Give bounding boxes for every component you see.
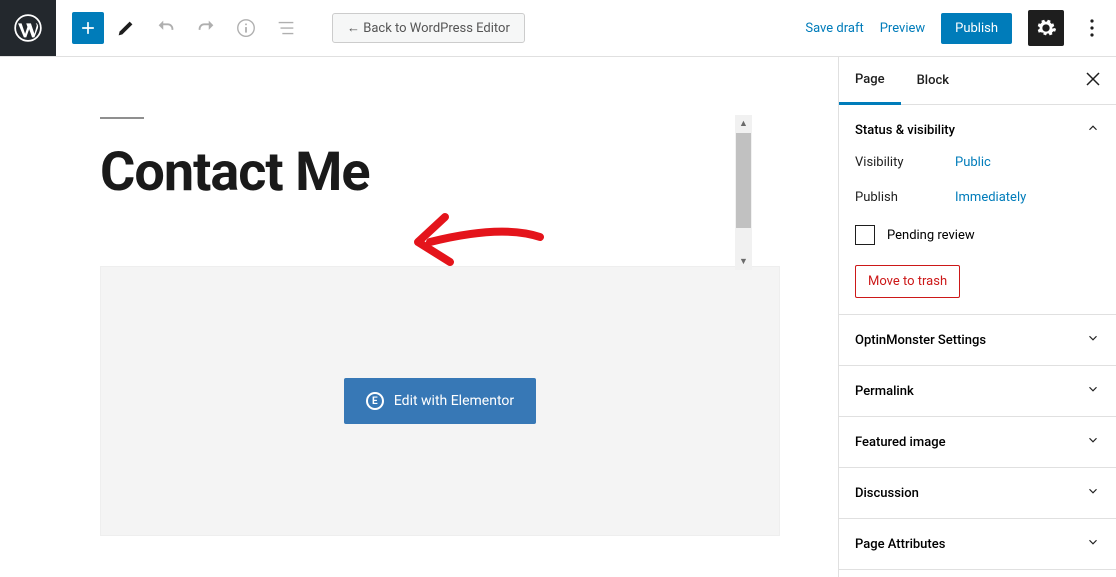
more-options-button[interactable] (1080, 10, 1104, 46)
chevron-up-icon (1086, 121, 1100, 139)
wordpress-logo[interactable] (0, 0, 56, 56)
redo-button[interactable] (188, 10, 224, 46)
editor-canvas: Contact Me E Edit with Elementor ▲ ▼ (0, 57, 838, 577)
add-block-button[interactable] (72, 12, 104, 44)
publish-value[interactable]: Immediately (955, 190, 1026, 205)
scrollbar[interactable]: ▲ ▼ (735, 115, 752, 270)
panel-optinmonster-heading[interactable]: OptinMonster Settings (839, 315, 1116, 365)
scrollbar-thumb[interactable] (736, 133, 751, 228)
panel-featured-image-label: Featured image (855, 435, 946, 450)
outline-button[interactable] (268, 10, 304, 46)
move-to-trash-button[interactable]: Move to trash (855, 265, 960, 298)
panel-page-attributes: Page Attributes (839, 519, 1116, 570)
save-draft-button[interactable]: Save draft (805, 21, 863, 36)
panel-permalink-label: Permalink (855, 384, 914, 399)
panel-discussion-heading[interactable]: Discussion (839, 468, 1116, 518)
panel-featured-image-heading[interactable]: Featured image (839, 417, 1116, 467)
info-button[interactable] (228, 10, 264, 46)
tab-page[interactable]: Page (839, 57, 901, 105)
scroll-up-arrow[interactable]: ▲ (735, 115, 752, 132)
title-accent-line (100, 117, 144, 119)
visibility-label: Visibility (855, 155, 955, 170)
sidebar-tabs: Page Block (839, 57, 1116, 105)
tab-block[interactable]: Block (901, 57, 965, 105)
scroll-down-arrow[interactable]: ▼ (735, 253, 752, 270)
chevron-down-icon (1086, 382, 1100, 400)
back-to-wordpress-button[interactable]: ← Back to WordPress Editor (332, 13, 525, 43)
preview-button[interactable]: Preview (880, 21, 925, 36)
panel-optinmonster-label: OptinMonster Settings (855, 333, 986, 348)
panel-permalink: Permalink (839, 366, 1116, 417)
elementor-icon: E (366, 392, 384, 410)
top-toolbar: ← Back to WordPress Editor Save draft Pr… (0, 0, 1116, 57)
pending-review-checkbox[interactable] (855, 225, 875, 245)
pending-review-label: Pending review (887, 228, 975, 243)
page-title[interactable]: Contact Me (100, 141, 738, 204)
elementor-button-label: Edit with Elementor (394, 393, 514, 409)
panel-page-attributes-label: Page Attributes (855, 537, 945, 552)
chevron-down-icon (1086, 484, 1100, 502)
chevron-down-icon (1086, 331, 1100, 349)
panel-status-visibility: Status & visibility Visibility Public Pu… (839, 105, 1116, 315)
edit-with-elementor-button[interactable]: E Edit with Elementor (344, 378, 536, 424)
chevron-down-icon (1086, 535, 1100, 553)
publish-button[interactable]: Publish (941, 13, 1012, 44)
visibility-value[interactable]: Public (955, 155, 991, 170)
undo-button[interactable] (148, 10, 184, 46)
elementor-placeholder: E Edit with Elementor (100, 266, 780, 536)
publish-row: Publish Immediately (855, 190, 1100, 205)
toolbar-right: Save draft Preview Publish (805, 10, 1116, 46)
pending-review-row: Pending review (855, 225, 1100, 245)
panel-status-heading[interactable]: Status & visibility (839, 105, 1116, 155)
panel-discussion: Discussion (839, 468, 1116, 519)
settings-button[interactable] (1028, 10, 1064, 46)
visibility-row: Visibility Public (855, 155, 1100, 170)
toolbar-left: ← Back to WordPress Editor (56, 10, 525, 46)
panel-status-label: Status & visibility (855, 123, 955, 138)
panel-optinmonster: OptinMonster Settings (839, 315, 1116, 366)
close-sidebar-button[interactable] (1070, 71, 1116, 90)
chevron-down-icon (1086, 433, 1100, 451)
publish-label: Publish (855, 190, 955, 205)
panel-permalink-heading[interactable]: Permalink (839, 366, 1116, 416)
edit-mode-button[interactable] (108, 10, 144, 46)
panel-featured-image: Featured image (839, 417, 1116, 468)
panel-discussion-label: Discussion (855, 486, 919, 501)
panel-page-attributes-heading[interactable]: Page Attributes (839, 519, 1116, 569)
settings-sidebar: Page Block Status & visibility Visibilit… (838, 57, 1116, 577)
